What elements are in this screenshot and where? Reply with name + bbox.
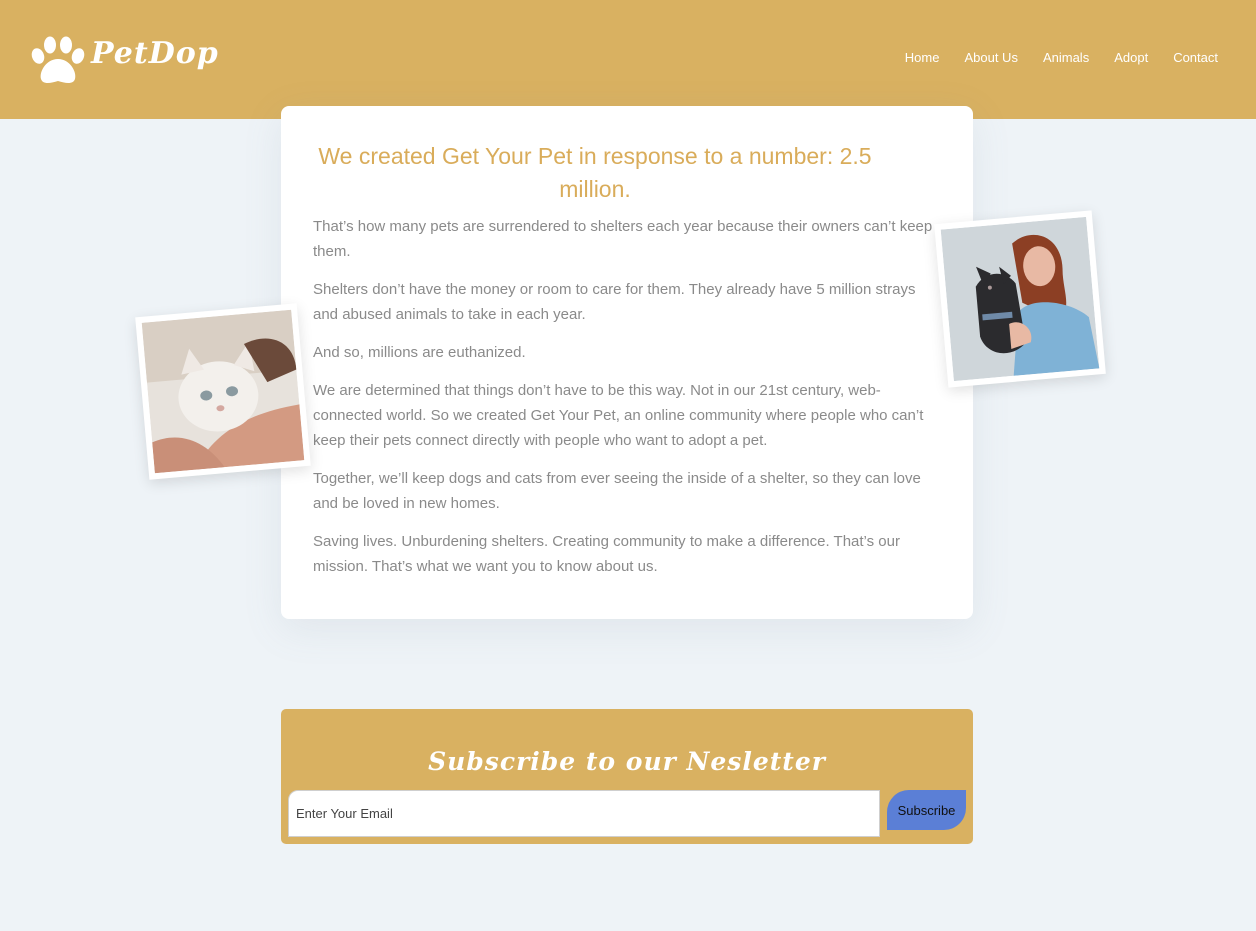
about-paragraph-6: Saving lives. Unburdening shelters. Crea… [313, 533, 900, 575]
about-paragraph-1: That’s how many pets are surrendered to … [313, 218, 933, 260]
woman-dog-image [940, 216, 1100, 382]
email-input[interactable] [288, 790, 880, 837]
subscribe-button[interactable]: Subscribe [887, 790, 966, 830]
paw-icon [31, 36, 85, 83]
about-paragraph-2: Shelters don’t have the money or room to… [313, 281, 916, 323]
nav-animals[interactable]: Animals [1043, 50, 1089, 65]
woman-dog-photo [934, 210, 1106, 388]
nav-about-us[interactable]: About Us [964, 50, 1017, 65]
newsletter-title: Subscribe to our Nesletter [428, 747, 826, 776]
cat-photo [135, 303, 311, 480]
newsletter-section: Subscribe to our Nesletter Subscribe [281, 709, 973, 844]
site-header: PetDop Home About Us Animals Adopt Conta… [0, 0, 1256, 119]
cat-image [141, 309, 305, 474]
brand-name: PetDop [91, 36, 219, 71]
nav-home[interactable]: Home [905, 50, 940, 65]
nav-contact[interactable]: Contact [1173, 50, 1218, 65]
main-nav: Home About Us Animals Adopt Contact [905, 50, 1218, 65]
about-paragraph-5: Together, we’ll keep dogs and cats from … [313, 470, 921, 512]
nav-adopt[interactable]: Adopt [1114, 50, 1148, 65]
about-card: We created Get Your Pet in response to a… [281, 106, 973, 619]
logo[interactable]: PetDop [31, 36, 219, 86]
about-paragraph-3: And so, millions are euthanized. [313, 344, 526, 361]
about-heading: We created Get Your Pet in response to a… [318, 143, 872, 202]
about-paragraph-4: We are determined that things don’t have… [313, 382, 924, 449]
